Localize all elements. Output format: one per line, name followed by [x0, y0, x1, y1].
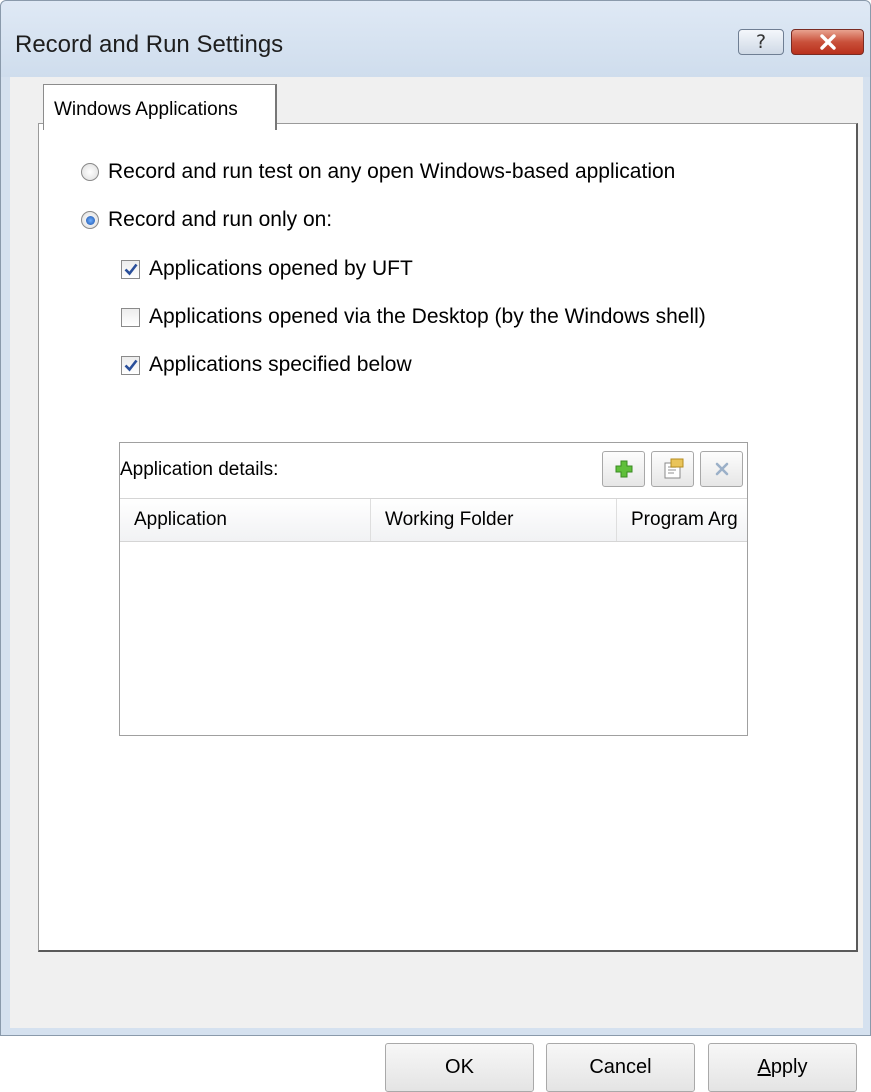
apply-button[interactable]: Apply [708, 1043, 857, 1092]
ok-button-label: OK [445, 1056, 474, 1078]
radio-any-application[interactable]: Record and run test on any open Windows-… [81, 160, 675, 184]
application-details-caption: Application details: [120, 459, 279, 480]
delete-application-button[interactable] [700, 451, 743, 487]
checkbox-opened-by-uft-label: Applications opened by UFT [149, 257, 413, 280]
checkbox-specified-below[interactable]: Applications specified below [121, 353, 412, 377]
add-application-button[interactable] [602, 451, 645, 487]
cancel-button-label: Cancel [589, 1056, 652, 1078]
dialog-body: Windows Applications Record and run test… [10, 77, 863, 1092]
column-header-application[interactable]: Application [120, 499, 371, 541]
close-button[interactable] [791, 29, 864, 55]
add-icon [615, 460, 632, 478]
apply-button-label: Apply [757, 1056, 807, 1079]
column-header-label: Application [134, 509, 227, 530]
radio-button[interactable] [81, 163, 99, 181]
tab-label: Windows Applications [54, 99, 238, 120]
edit-properties-icon [664, 458, 683, 479]
help-icon: ? [755, 31, 767, 53]
ok-button[interactable]: OK [385, 1043, 534, 1092]
edit-application-button[interactable] [651, 451, 694, 487]
delete-icon [715, 462, 728, 476]
checkbox[interactable] [121, 259, 140, 279]
window-title: Record and Run Settings [15, 31, 284, 58]
checkbox-opened-via-desktop-label: Applications opened via the Desktop (by … [149, 305, 706, 328]
checkbox[interactable] [121, 355, 140, 375]
checkbox-opened-by-uft[interactable]: Applications opened by UFT [121, 257, 413, 281]
title-bar[interactable]: Record and Run Settings ? [1, 1, 870, 77]
application-details-panel: Application details: Application Working… [119, 442, 748, 736]
tab-page: Record and run test on any open Windows-… [38, 123, 858, 952]
checkbox-opened-via-desktop[interactable]: Applications opened via the Desktop (by … [121, 305, 706, 329]
close-icon [819, 34, 836, 50]
radio-button[interactable] [81, 211, 99, 229]
checkmark-icon [124, 359, 138, 371]
column-header-label: Working Folder [385, 509, 514, 530]
help-button[interactable]: ? [738, 29, 784, 55]
cancel-button[interactable]: Cancel [546, 1043, 695, 1092]
radio-record-only-on-label: Record and run only on: [108, 208, 333, 231]
tab-windows-applications[interactable]: Windows Applications [43, 84, 277, 130]
record-run-settings-dialog: Record and Run Settings ? Windows Applic… [0, 0, 871, 1092]
radio-any-application-label: Record and run test on any open Windows-… [108, 160, 676, 183]
radio-selected-dot [85, 215, 95, 225]
column-header-working-folder[interactable]: Working Folder [371, 499, 617, 541]
checkbox[interactable] [121, 307, 140, 327]
checkmark-icon [124, 263, 138, 275]
radio-record-only-on[interactable]: Record and run only on: [81, 208, 332, 232]
checkbox-specified-below-label: Applications specified below [149, 353, 412, 376]
grid-header: Application Working Folder Program Arg [120, 498, 747, 542]
column-header-program-arguments[interactable]: Program Arg [617, 499, 747, 541]
column-header-label: Program Arg [631, 509, 738, 530]
apply-accelerator: A [757, 1056, 771, 1078]
apply-label-rest: pply [770, 1056, 808, 1078]
